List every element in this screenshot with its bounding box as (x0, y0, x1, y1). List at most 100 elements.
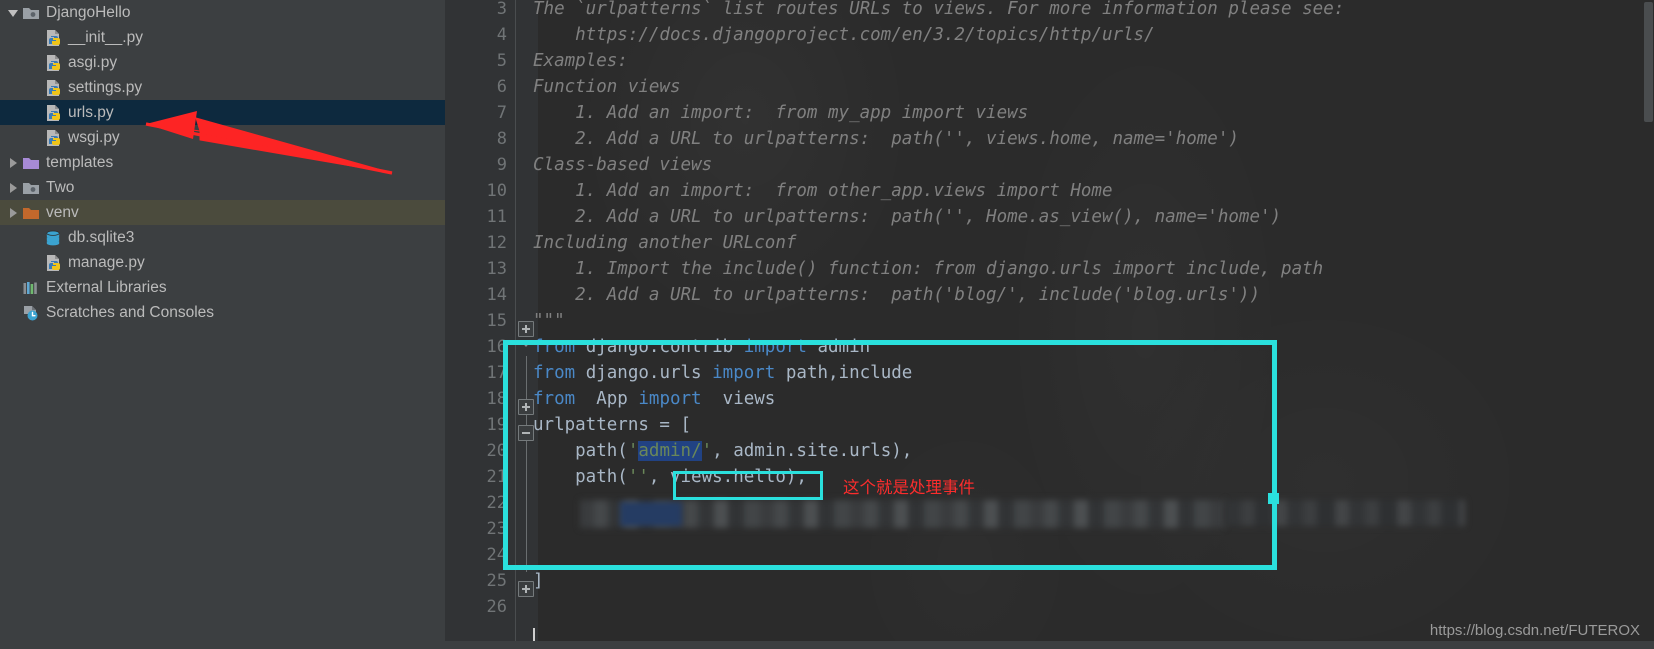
python-file-icon (44, 54, 62, 72)
code-line-9[interactable]: 9 Class-based views (445, 152, 1654, 178)
line-content: from django.contrib import admin (533, 334, 870, 360)
token: import (743, 337, 807, 357)
fold-marker-close-bracket[interactable] (518, 581, 534, 597)
tree-item-external-libraries[interactable]: External Libraries (0, 275, 445, 300)
line-number: 16 (486, 337, 507, 357)
python-file-icon (44, 129, 62, 147)
code-line-16[interactable]: 16 from django.contrib import admin (445, 334, 1654, 360)
project-tree-panel[interactable]: DjangoHello __init__.py asgi.py settings.py… (0, 0, 445, 649)
line-content: Class-based views (533, 155, 713, 175)
line-content: Function views (533, 77, 681, 97)
token: import (712, 363, 776, 383)
chevron-right-icon[interactable] (6, 180, 22, 196)
tree-item-label: asgi.py (68, 53, 118, 71)
tree-item-venv[interactable]: venv (0, 200, 445, 225)
tree-item-db-sqlite3[interactable]: db.sqlite3 (0, 225, 445, 250)
line-number: 26 (486, 597, 507, 617)
fold-marker-import-block[interactable] (518, 399, 534, 415)
line-number: 8 (496, 129, 507, 149)
fold-marker-docstring[interactable] (518, 321, 534, 337)
code-line-4[interactable]: 4 https://docs.djangoproject.com/en/3.2/… (445, 22, 1654, 48)
tree-item-manage-py[interactable]: manage.py (0, 250, 445, 275)
fold-arrow-16[interactable] (520, 340, 532, 347)
code-line-15[interactable]: 15 """ (445, 308, 1654, 334)
line-number: 10 (486, 181, 507, 201)
code-line-3[interactable]: 3 The `urlpatterns` list routes URLs to v… (445, 0, 1654, 22)
folder-module-icon (22, 4, 40, 22)
line-content: 1. Add an import: from other_app.views i… (533, 181, 1113, 201)
line-number: 21 (486, 467, 507, 487)
tree-item-settings-py[interactable]: settings.py (0, 75, 445, 100)
tree-item-label: External Libraries (46, 278, 167, 296)
line-number: 19 (486, 415, 507, 435)
token: '' (627, 467, 649, 487)
tree-item-label: manage.py (68, 253, 145, 271)
pycharm-window: DjangoHello __init__.py asgi.py settings.py… (0, 0, 1654, 649)
code-line-19[interactable]: 19 urlpatterns = [ (445, 412, 1654, 438)
code-line-18[interactable]: 18 from App import views (445, 386, 1654, 412)
code-line-14[interactable]: 14 2. Add a URL to urlpatterns: path('bl… (445, 282, 1654, 308)
cyan-marker-dot (1268, 493, 1279, 504)
token: views (701, 389, 776, 409)
chevron-right-icon[interactable] (6, 155, 22, 171)
code-editor-area[interactable]: 3 The `urlpatterns` list routes URLs to v… (445, 0, 1654, 649)
code-line-20[interactable]: 20 path('admin/', admin.site.urls), (445, 438, 1654, 464)
censored-line-mosaic-right (1225, 500, 1465, 526)
line-content: 1. Add an import: from my_app import vie… (533, 103, 1029, 123)
line-number: 15 (486, 311, 507, 331)
python-file-icon (44, 29, 62, 47)
tree-item-asgi-py[interactable]: asgi.py (0, 50, 445, 75)
code-line-25[interactable]: 25] (445, 568, 1654, 594)
tree-item-init-py[interactable]: __init__.py (0, 25, 445, 50)
code-line-7[interactable]: 7 1. Add an import: from my_app import v… (445, 100, 1654, 126)
token: admin (806, 337, 871, 357)
code-line-24[interactable]: 24 (445, 542, 1654, 568)
code-line-21[interactable]: 21 path('', views.hello), (445, 464, 1654, 490)
annotation-note-text: 这个就是处理事件 (843, 478, 975, 497)
tree-item-label: wsgi.py (68, 128, 120, 146)
tree-item-scratches-and-consoles[interactable]: Scratches and Consoles (0, 300, 445, 325)
tree-item-two[interactable]: Two (0, 175, 445, 200)
line-content: path('', views.hello), (533, 464, 807, 490)
tree-item-label: urls.py (68, 103, 114, 121)
code-line-17[interactable]: 17 from django.urls import path,include (445, 360, 1654, 386)
token: path,include (775, 363, 913, 383)
code-line-5[interactable]: 5 Examples: (445, 48, 1654, 74)
editor-scrollbar[interactable] (1642, 0, 1654, 649)
tree-item-templates[interactable]: templates (0, 150, 445, 175)
token: django.contrib (575, 337, 744, 357)
chevron-down-icon[interactable] (6, 5, 22, 21)
line-number: 20 (486, 441, 507, 461)
line-content: """ (533, 311, 565, 331)
code-line-13[interactable]: 13 1. Import the include() function: fro… (445, 256, 1654, 282)
code-line-6[interactable]: 6 Function views (445, 74, 1654, 100)
line-content: ] (533, 568, 544, 594)
token: import (638, 389, 702, 409)
token: path( (533, 441, 628, 461)
tree-item-wsgi-py[interactable]: wsgi.py (0, 125, 445, 150)
line-content: 1. Import the include() function: from d… (533, 259, 1324, 279)
code-line-12[interactable]: 12 Including another URLconf (445, 230, 1654, 256)
scrollbar-thumb[interactable] (1644, 2, 1653, 122)
project-tree-list[interactable]: DjangoHello __init__.py asgi.py settings.py… (0, 0, 445, 325)
line-content: 2. Add a URL to urlpatterns: path('', vi… (533, 129, 1239, 149)
tree-item-urls-py[interactable]: urls.py (0, 100, 445, 125)
status-bar (0, 641, 1654, 649)
code-line-10[interactable]: 10 1. Add an import: from other_app.view… (445, 178, 1654, 204)
fold-marker-urlpatterns[interactable] (518, 425, 534, 441)
code-line-11[interactable]: 11 2. Add a URL to urlpatterns: path('',… (445, 204, 1654, 230)
python-file-icon (44, 254, 62, 272)
code-line-8[interactable]: 8 2. Add a URL to urlpatterns: path('', … (445, 126, 1654, 152)
token: admin/ (638, 441, 702, 461)
tree-item-djangohello[interactable]: DjangoHello (0, 0, 445, 25)
tree-item-label: db.sqlite3 (68, 228, 135, 246)
chevron-right-icon[interactable] (6, 205, 22, 221)
line-content: Examples: (533, 51, 628, 71)
line-number: 18 (486, 389, 507, 409)
code-line-26[interactable]: 26 (445, 594, 1654, 620)
censored-line-selection-mosaic (620, 502, 682, 526)
